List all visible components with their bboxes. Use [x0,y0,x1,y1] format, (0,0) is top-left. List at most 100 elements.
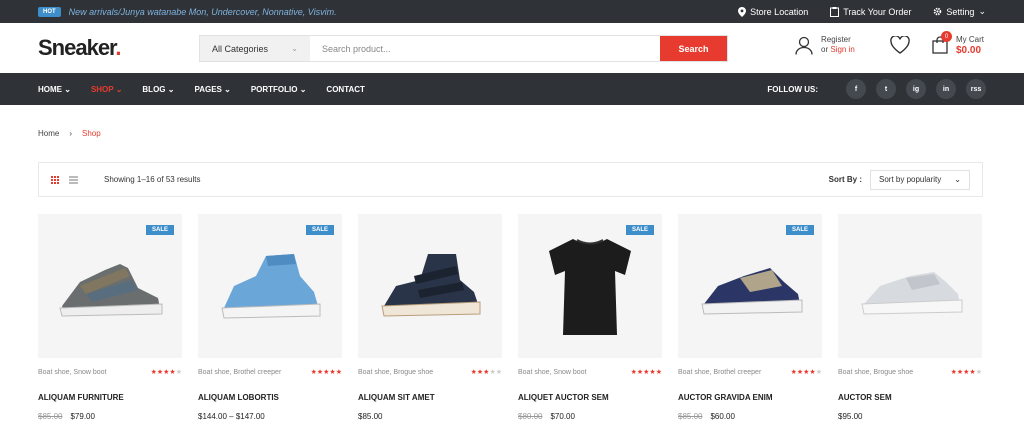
search-input[interactable] [310,36,660,61]
sale-badge: SALE [305,225,334,235]
heart-icon [889,36,910,54]
product-card[interactable]: SALE Boat shoe, Brothel creeper ★★★★★ AUC… [678,214,822,421]
nav-item-contact[interactable]: CONTACT [326,85,365,94]
product-card[interactable]: Boat shoe, Brogue shoe ★★★★★ AUCTOR SEM $… [838,214,982,421]
product-image[interactable]: SALE [518,214,662,358]
cart-button[interactable]: 0 My Cart $0.00 [932,31,984,56]
top-bar: HOT New arrivals/Junya watanabe Mon, Und… [0,0,1024,23]
announcement-text[interactable]: New arrivals/Junya watanabe Mon, Underco… [69,7,337,17]
product-price: $80.00 $70.00 [518,412,575,421]
sign-in-link[interactable]: Sign in [830,45,854,54]
star-rating: ★★★★★ [150,369,182,376]
search-button[interactable]: Search [660,36,727,61]
nav-item-blog[interactable]: BLOG ⌄ [142,85,174,94]
product-image[interactable] [358,214,502,358]
breadcrumb: Home › Shop [38,129,101,138]
product-categories[interactable]: Boat shoe, Snow boot [518,368,587,390]
product-image[interactable]: SALE [38,214,182,358]
sort-label: Sort By : [828,175,862,184]
store-location-label: Store Location [750,6,809,17]
product-name[interactable]: AUCTOR GRAVIDA ENIM [678,393,822,402]
product-name[interactable]: ALIQUAM FURNITURE [38,393,182,402]
product-categories[interactable]: Boat shoe, Brogue shoe [358,368,433,390]
sneaker-image [381,254,481,317]
chevron-down-icon: ⌄ [978,6,986,16]
main-nav: HOME ⌄ SHOP ⌄ BLOG ⌄ PAGES ⌄ PORTFOLIO ⌄… [0,73,1024,105]
product-image[interactable] [838,214,982,358]
linkedin-icon[interactable]: in [936,79,956,99]
gear-icon [934,7,942,16]
rss-icon[interactable]: rss [966,79,986,99]
product-image[interactable]: SALE [198,214,342,358]
product-card[interactable]: Boat shoe, Brogue shoe ★★★★★ ALIQUAM SIT … [358,214,502,421]
product-card[interactable]: SALE Boat shoe, Snow boot ★★★★★ ALIQUET A… [518,214,662,421]
tshirt-image [549,239,631,335]
product-price: $95.00 [838,412,863,421]
product-categories[interactable]: Boat shoe, Brothel creeper [198,368,281,390]
track-order-label: Track Your Order [843,6,912,17]
account-link[interactable]: Register or Sign in [795,35,877,55]
product-name[interactable]: ALIQUET AUCTOR SEM [518,393,662,402]
breadcrumb-home[interactable]: Home [38,129,59,138]
follow-us-label: FOLLOW US: [767,84,818,94]
product-categories[interactable]: Boat shoe, Brothel creeper [678,368,761,390]
sort-value: Sort by popularity [879,175,942,184]
nav-item-portfolio[interactable]: PORTFOLIO ⌄ [251,85,307,94]
grid-view-icon[interactable] [51,175,59,184]
twitter-icon[interactable]: t [876,79,896,99]
star-rating: ★★★★★ [950,369,982,376]
sort-select[interactable]: Sort by popularity ⌄ [870,169,970,190]
chevron-down-icon: ⌄ [291,44,298,53]
announcement-area: HOT New arrivals/Junya watanabe Mon, Und… [38,6,337,17]
product-card[interactable]: SALE Boat shoe, Snow boot ★★★★★ ALIQUAM F… [38,214,182,421]
sale-badge: SALE [785,225,814,235]
breadcrumb-current: Shop [82,129,101,138]
shop-toolbar: Showing 1–16 of 53 results Sort By : Sor… [38,162,983,197]
product-price: $85.00 $60.00 [678,412,735,421]
chevron-down-icon: ⌄ [954,175,961,184]
sneaker-image [221,254,321,319]
wishlist-button[interactable] [877,36,922,54]
product-image[interactable]: SALE [678,214,822,358]
user-icon [795,36,813,55]
results-count: Showing 1–16 of 53 results [104,175,201,184]
clipboard-icon [830,6,840,17]
instagram-icon[interactable]: ig [906,79,926,99]
nav-item-home[interactable]: HOME ⌄ [38,85,71,94]
logo[interactable]: Sneaker. [38,35,198,61]
cart-count-badge: 0 [941,31,952,42]
category-select[interactable]: All Categories ⌄ [200,36,310,61]
star-rating: ★★★★★ [310,369,342,376]
star-rating: ★★★★★ [470,369,502,376]
product-name[interactable]: ALIQUAM LOBORTIS [198,393,342,402]
hot-badge: HOT [38,6,61,17]
sale-badge: SALE [625,225,654,235]
sneaker-image [861,272,963,315]
list-view-icon[interactable] [69,175,78,184]
cart-label: My Cart [956,35,984,44]
star-rating: ★★★★★ [790,369,822,376]
search-bar: All Categories ⌄ Search [199,35,728,62]
header: Sneaker. All Categories ⌄ Search Registe… [0,23,1024,73]
product-grid: SALE Boat shoe, Snow boot ★★★★★ ALIQUAM F… [38,214,982,421]
setting-label: Setting [946,6,975,17]
product-name[interactable]: ALIQUAM SIT AMET [358,393,502,402]
facebook-icon[interactable]: f [846,79,866,99]
product-categories[interactable]: Boat shoe, Brogue shoe [838,368,913,390]
register-link[interactable]: Register [821,35,855,45]
track-order-link[interactable]: Track Your Order [830,6,912,17]
product-name[interactable]: AUCTOR SEM [838,393,982,402]
location-pin-icon [738,6,747,17]
setting-dropdown[interactable]: Setting ⌄ [933,6,986,17]
breadcrumb-separator: › [69,129,73,138]
category-value: All Categories [212,43,269,54]
nav-item-shop[interactable]: SHOP ⌄ [91,85,122,94]
product-card[interactable]: SALE Boat shoe, Brothel creeper ★★★★★ ALI… [198,214,342,421]
or-label: or [821,45,829,54]
star-rating: ★★★★★ [630,369,662,376]
product-price: $85.00 [358,412,383,421]
product-categories[interactable]: Boat shoe, Snow boot [38,368,107,390]
sneaker-image [59,264,163,317]
store-location-link[interactable]: Store Location [738,6,809,17]
nav-item-pages[interactable]: PAGES ⌄ [194,85,230,94]
